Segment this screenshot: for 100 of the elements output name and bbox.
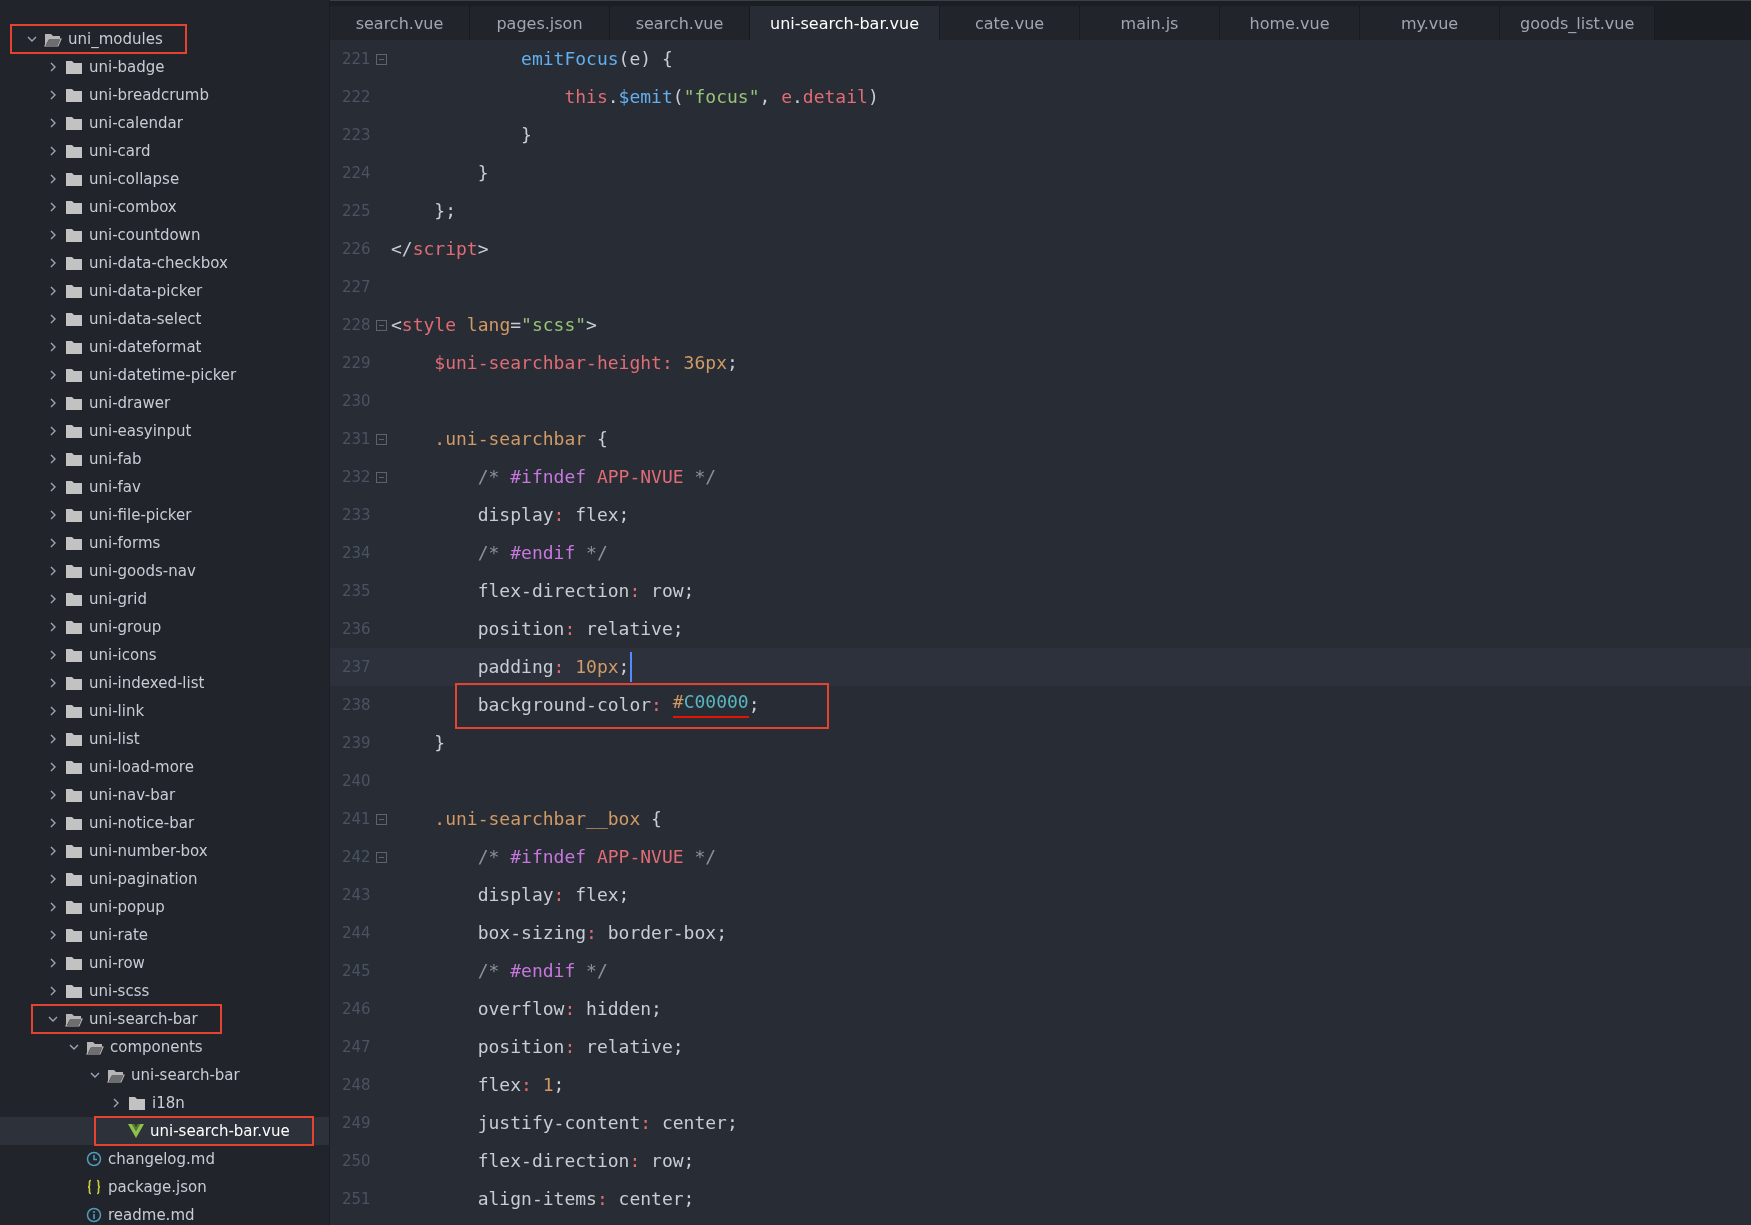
folder-icon <box>65 59 83 75</box>
tree-item[interactable]: uni-card <box>0 137 329 165</box>
tree-item[interactable]: uni-drawer <box>0 389 329 417</box>
tree-item[interactable]: uni-notice-bar <box>0 809 329 837</box>
fold-icon[interactable] <box>376 813 387 825</box>
code-line: overflow: hidden; <box>476 997 662 1021</box>
folder-icon <box>65 927 83 943</box>
code-line: display: flex; <box>476 883 630 907</box>
folder-icon <box>65 675 83 691</box>
folder-icon <box>65 703 83 719</box>
code-line: emitFocus(e) { <box>520 47 673 71</box>
tree-item[interactable]: uni-badge <box>0 53 329 81</box>
editor-tab[interactable]: pages.json <box>470 6 610 40</box>
code-line: <style lang="scss"> <box>391 313 597 337</box>
folder-icon <box>65 115 83 131</box>
tree-item[interactable]: readme.md <box>0 1201 329 1225</box>
tree-item[interactable]: uni-row <box>0 949 329 977</box>
folder-icon <box>65 955 83 971</box>
code-line: .uni-searchbar__box { <box>433 807 662 831</box>
annotation-box: uni-search-bar <box>33 1006 220 1032</box>
tree-item[interactable]: uni-combox <box>0 193 329 221</box>
tree-item[interactable]: uni-dateformat <box>0 333 329 361</box>
tree-item[interactable]: uni-rate <box>0 921 329 949</box>
editor-tab[interactable]: uni-search-bar.vue <box>750 6 941 40</box>
tree-item[interactable]: uni-indexed-list <box>0 669 329 697</box>
tree-item[interactable]: uni-nav-bar <box>0 781 329 809</box>
tree-item[interactable]: uni-scss <box>0 977 329 1005</box>
tree-item[interactable]: uni-pagination <box>0 865 329 893</box>
folder-icon <box>65 311 83 327</box>
folder-icon <box>65 479 83 495</box>
code-line: justify-content: center; <box>476 1111 738 1135</box>
tree-item[interactable]: uni-popup <box>0 893 329 921</box>
clock-icon <box>86 1151 102 1167</box>
braces-icon <box>86 1179 102 1195</box>
code-line: /* #endif */ <box>476 541 608 565</box>
tree-item[interactable]: uni-data-checkbox <box>0 249 329 277</box>
tree-item[interactable]: uni-grid <box>0 585 329 613</box>
tree-item[interactable]: uni-search-bar <box>0 1005 329 1033</box>
fold-icon[interactable] <box>376 471 387 483</box>
tree-item[interactable]: uni-file-picker <box>0 501 329 529</box>
code-line: $uni-searchbar-height: 36px; <box>433 351 738 375</box>
tree-item[interactable]: uni-search-bar <box>0 1061 329 1089</box>
tree-item[interactable]: uni-group <box>0 613 329 641</box>
editor-tab[interactable]: search.vue <box>610 6 750 40</box>
tree-item[interactable]: uni-datetime-picker <box>0 361 329 389</box>
tree-item[interactable]: uni-forms <box>0 529 329 557</box>
tree-item[interactable]: uni-search-bar.vue <box>0 1117 329 1145</box>
tree-item[interactable]: uni-icons <box>0 641 329 669</box>
tree-item[interactable]: uni-countdown <box>0 221 329 249</box>
tree-item[interactable]: changelog.md <box>0 1145 329 1173</box>
tree-item[interactable]: i18n <box>0 1089 329 1117</box>
tree-item[interactable]: uni-data-select <box>0 305 329 333</box>
open-folder-icon <box>86 1039 104 1055</box>
fold-icon[interactable] <box>376 53 387 65</box>
folder-icon <box>65 87 83 103</box>
folder-icon <box>65 143 83 159</box>
folder-icon <box>65 899 83 915</box>
folder-icon <box>65 787 83 803</box>
folder-icon <box>65 815 83 831</box>
tree-item[interactable]: uni-load-more <box>0 753 329 781</box>
folder-icon <box>65 759 83 775</box>
code-line: flex-direction: row; <box>476 1149 695 1173</box>
folder-icon <box>65 591 83 607</box>
folder-icon <box>65 283 83 299</box>
folder-icon <box>65 507 83 523</box>
editor-tab[interactable]: my.vue <box>1360 6 1501 40</box>
fold-icon[interactable] <box>376 851 387 863</box>
fold-icon[interactable] <box>376 433 387 445</box>
tree-item[interactable]: uni-number-box <box>0 837 329 865</box>
tree-item[interactable]: uni_modules <box>0 25 329 53</box>
open-folder-icon <box>44 31 62 47</box>
tree-item[interactable]: uni-collapse <box>0 165 329 193</box>
editor-tab[interactable]: cate.vue <box>940 6 1081 40</box>
annotation-box: uni-search-bar.vue <box>96 1118 312 1144</box>
code-line: align-items: center; <box>476 1187 695 1211</box>
code-line: flex-direction: row; <box>476 579 695 603</box>
editor-tab[interactable]: goods_list.vue <box>1500 6 1656 40</box>
folder-icon <box>65 871 83 887</box>
code-line: } <box>520 123 532 147</box>
tree-item[interactable]: package.json <box>0 1173 329 1201</box>
editor-tab[interactable]: main.js <box>1080 6 1221 40</box>
folder-icon <box>65 843 83 859</box>
folder-icon <box>65 227 83 243</box>
tree-item[interactable]: uni-easyinput <box>0 417 329 445</box>
folder-icon <box>65 395 83 411</box>
annotation-box: uni_modules <box>12 26 185 52</box>
tree-item[interactable]: uni-link <box>0 697 329 725</box>
tree-item[interactable]: uni-calendar <box>0 109 329 137</box>
editor-tab[interactable]: search.vue <box>330 6 470 40</box>
folder-icon <box>65 451 83 467</box>
tree-item[interactable]: uni-data-picker <box>0 277 329 305</box>
tree-item[interactable]: uni-fab <box>0 445 329 473</box>
tree-item[interactable]: uni-list <box>0 725 329 753</box>
folder-icon <box>65 255 83 271</box>
tree-item[interactable]: components <box>0 1033 329 1061</box>
editor-tab[interactable]: home.vue <box>1220 6 1361 40</box>
tree-item[interactable]: uni-goods-nav <box>0 557 329 585</box>
tree-item[interactable]: uni-breadcrumb <box>0 81 329 109</box>
fold-icon[interactable] <box>376 319 387 331</box>
tree-item[interactable]: uni-fav <box>0 473 329 501</box>
